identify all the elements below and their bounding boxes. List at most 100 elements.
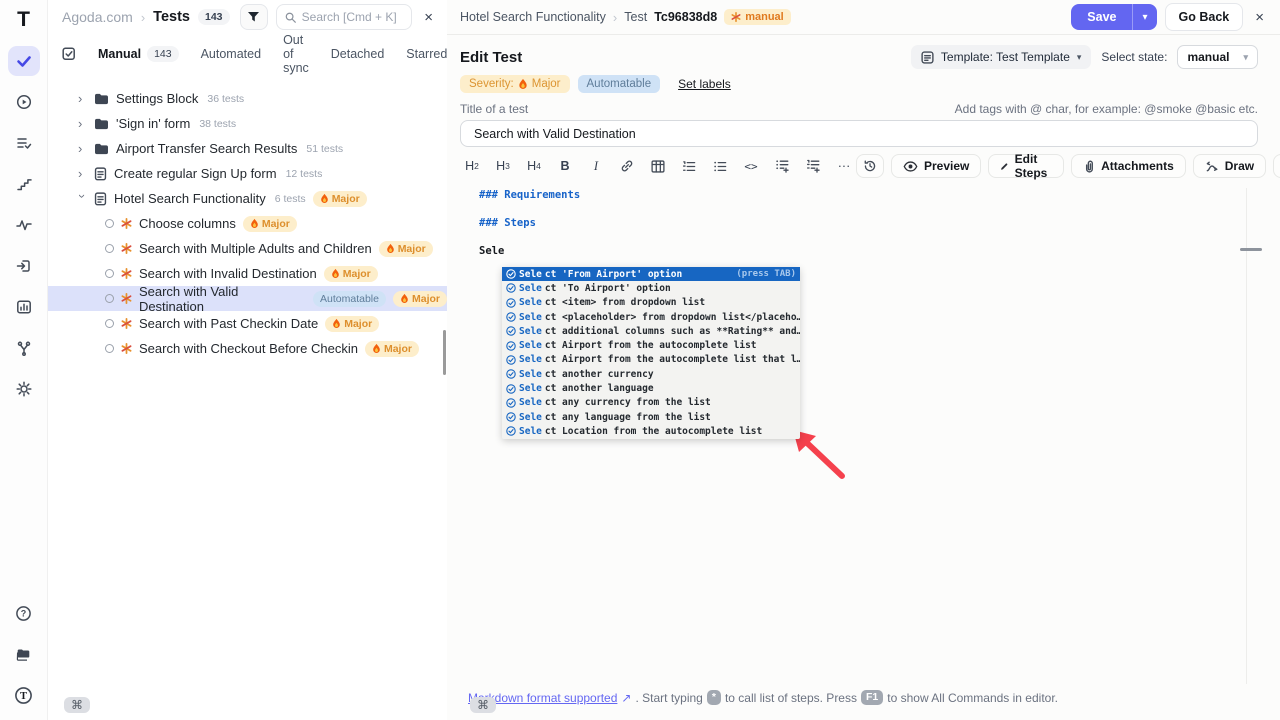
breadcrumb-project[interactable]: Agoda.com — [62, 9, 133, 25]
breadcrumb-folder[interactable]: Hotel Search Functionality — [460, 10, 606, 24]
chevron-right-icon[interactable]: › — [78, 142, 87, 155]
test-row-selected[interactable]: Search with Valid Destination Automatabl… — [48, 286, 447, 311]
tab-automated[interactable]: Automated — [201, 47, 261, 61]
tab-starred[interactable]: Starred — [406, 47, 447, 61]
severity-badge-label: Major — [398, 243, 426, 255]
autocomplete-item[interactable]: Select <placeholder> from dropdown list<… — [502, 310, 800, 324]
add-numbered-step-button[interactable] — [801, 155, 825, 177]
test-row[interactable]: Search with Multiple Adults and Children… — [48, 236, 447, 261]
select-all-icon — [62, 47, 76, 61]
nav-analytics[interactable] — [8, 292, 40, 322]
nav-test-plans[interactable] — [8, 128, 40, 158]
filter-button[interactable] — [240, 4, 268, 30]
history-button[interactable] — [856, 154, 884, 178]
heading4-button[interactable]: H4 — [522, 155, 546, 177]
bullet-list-button[interactable] — [708, 155, 732, 177]
edit-steps-button[interactable]: Edit Steps — [988, 154, 1064, 178]
draw-button[interactable]: Draw — [1193, 154, 1266, 178]
command-key-chip[interactable]: ⌘ — [470, 697, 496, 713]
heading3-button[interactable]: H3 — [491, 155, 515, 177]
tree-scrollbar-thumb[interactable] — [443, 330, 446, 375]
command-key-chip[interactable]: ⌘ — [64, 697, 90, 713]
editor-resize-handle[interactable] — [1240, 248, 1262, 251]
tab-out-of-sync[interactable]: Out of sync — [283, 33, 309, 75]
nav-tests[interactable] — [8, 46, 40, 76]
profile-button[interactable]: T — [8, 680, 40, 710]
more-format-button[interactable]: ··· — [832, 155, 856, 177]
bullet-list-add-icon — [775, 159, 790, 173]
save-dropdown-arrow[interactable]: ▾ — [1132, 4, 1156, 30]
markdown-editor[interactable]: ### Requirements ### Steps Sele Select '… — [460, 188, 1247, 684]
close-panel-icon[interactable]: × — [420, 10, 437, 25]
autocomplete-item[interactable]: Select Airport from the autocomplete lis… — [502, 338, 800, 352]
more-tools-button[interactable]: ··· — [1273, 154, 1280, 178]
test-row[interactable]: Search with Checkout Before Checkin Majo… — [48, 336, 447, 361]
save-button[interactable]: Save — [1071, 4, 1132, 30]
close-editor-icon[interactable]: × — [1251, 10, 1268, 25]
nav-settings[interactable] — [8, 374, 40, 404]
tab-detached[interactable]: Detached — [331, 47, 385, 61]
link-button[interactable] — [615, 155, 639, 177]
severity-badge[interactable]: Severity: Major — [460, 75, 570, 93]
test-name: Search with Invalid Destination — [139, 266, 317, 281]
autocomplete-item[interactable]: Select Location from the autocomplete li… — [502, 424, 800, 438]
heading2-button[interactable]: H2 — [460, 155, 484, 177]
autocomplete-item[interactable]: Select any language from the list — [502, 410, 800, 424]
projects-button[interactable] — [8, 639, 40, 669]
bulk-select-button[interactable] — [62, 47, 76, 61]
ordered-list-button[interactable] — [677, 155, 701, 177]
nav-pulse[interactable] — [8, 210, 40, 240]
chevron-down-icon[interactable]: › — [76, 194, 89, 203]
breadcrumb-separator: › — [613, 10, 617, 25]
folder-row[interactable]: › Settings Block 36 tests — [48, 86, 447, 111]
pencil-icon — [1000, 160, 1008, 173]
search-input[interactable] — [302, 10, 404, 24]
code-button[interactable]: <> — [739, 155, 763, 177]
bold-button[interactable]: B — [553, 155, 577, 177]
test-title-input[interactable] — [460, 120, 1258, 147]
suite-row-expanded[interactable]: › Hotel Search Functionality 6 tests Maj… — [48, 186, 447, 211]
nav-runs[interactable] — [8, 87, 40, 117]
autocomplete-item[interactable]: Select any currency from the list — [502, 396, 800, 410]
autocomplete-item[interactable]: Select Airport from the autocomplete lis… — [502, 353, 800, 367]
help-button[interactable]: ? — [8, 598, 40, 628]
chevron-right-icon[interactable]: › — [78, 117, 87, 130]
flame-icon — [332, 318, 341, 329]
autocomplete-item[interactable]: Select additional columns such as **Rati… — [502, 324, 800, 338]
nav-steps[interactable] — [8, 169, 40, 199]
autocomplete-item-selected[interactable]: Select 'From Airport' option (press TAB) — [502, 267, 800, 281]
set-labels-link[interactable]: Set labels — [678, 77, 731, 91]
autocomplete-item[interactable]: Select <item> from dropdown list — [502, 296, 800, 310]
chevron-right-icon[interactable]: › — [78, 167, 87, 180]
app-logo[interactable]: T — [17, 8, 30, 32]
attachments-button[interactable]: Attachments — [1071, 154, 1186, 178]
test-row[interactable]: Choose columns Major — [48, 211, 447, 236]
add-bullet-step-button[interactable] — [770, 155, 794, 177]
automatable-badge[interactable]: Automatable — [578, 75, 661, 93]
go-back-button[interactable]: Go Back — [1165, 3, 1244, 31]
suite-row[interactable]: › Create regular Sign Up form 12 tests — [48, 161, 447, 186]
nav-branches[interactable] — [8, 333, 40, 363]
folder-row[interactable]: › 'Sign in' form 38 tests — [48, 111, 447, 136]
breadcrumb-separator: › — [141, 10, 145, 25]
search-box[interactable] — [276, 4, 413, 30]
tab-label: Manual — [98, 47, 141, 61]
autocomplete-item[interactable]: Select another language — [502, 381, 800, 395]
test-name: Search with Checkout Before Checkin — [139, 341, 358, 356]
state-badge: manual — [724, 9, 791, 25]
tab-manual[interactable]: Manual 143 — [98, 46, 179, 62]
table-button[interactable] — [646, 155, 670, 177]
autocomplete-item[interactable]: Select 'To Airport' option — [502, 281, 800, 295]
test-row[interactable]: Search with Invalid Destination Major — [48, 261, 447, 286]
manual-test-icon — [121, 318, 132, 329]
state-select[interactable]: manual ▾ — [1177, 45, 1258, 69]
folder-row[interactable]: › Airport Transfer Search Results 51 tes… — [48, 136, 447, 161]
chevron-right-icon[interactable]: › — [78, 92, 87, 105]
tags-hint: Add tags with @ char, for example: @smok… — [955, 102, 1258, 116]
template-selector[interactable]: Template: Test Template ▾ — [911, 45, 1092, 69]
nav-import[interactable] — [8, 251, 40, 281]
autocomplete-item[interactable]: Select another currency — [502, 367, 800, 381]
italic-button[interactable]: I — [584, 155, 608, 177]
preview-button[interactable]: Preview — [891, 154, 981, 178]
test-row[interactable]: Search with Past Checkin Date Major — [48, 311, 447, 336]
